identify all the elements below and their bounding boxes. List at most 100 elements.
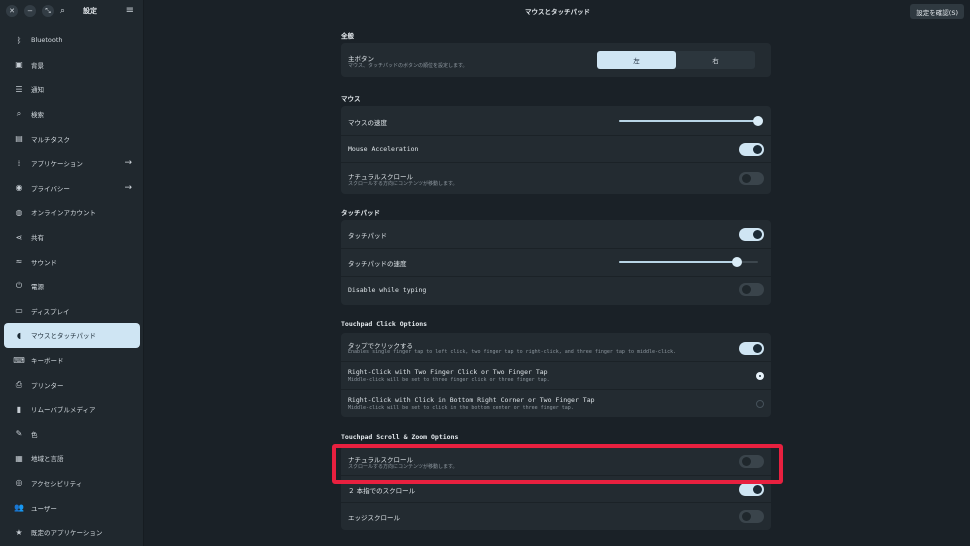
users-icon: 👥 (14, 503, 24, 513)
primary-button-selector[interactable]: 左 右 (597, 51, 755, 69)
confirm-settings-button[interactable]: 設定を確認(S) (910, 4, 964, 19)
section-title-general: 全般 (341, 32, 354, 40)
touchpad-enabled-toggle[interactable] (739, 228, 764, 241)
sidebar-item-printer[interactable]: ⎙ プリンター (4, 372, 140, 397)
edge-scroll-row: エッジスクロール (341, 503, 771, 530)
two-finger-click-radio[interactable] (756, 372, 764, 380)
sidebar-item-online-accounts[interactable]: ◍ オンラインアカウント (4, 200, 140, 225)
sidebar-item-color[interactable]: ✎ 色 (4, 422, 140, 447)
chevron-right-icon: → (124, 157, 132, 168)
sidebar-item-privacy[interactable]: ◉ プライバシー → (4, 176, 140, 201)
section-title-mouse: マウス (341, 95, 361, 103)
mouse-speed-handle[interactable] (753, 116, 763, 126)
mouse-icon: ◖ (16, 330, 22, 340)
touchpad-speed-fill (619, 261, 737, 263)
header-bar: マウスとタッチパッド 設定を確認(S) (145, 0, 970, 22)
sidebar-item-region[interactable]: ▦ 地域と言語 (4, 446, 140, 471)
sidebar-item-share[interactable]: ⋖ 共有 (4, 225, 140, 250)
close-window-icon[interactable]: ✕ (6, 5, 18, 17)
mouse-accel-row: Mouse Acceleration (341, 136, 771, 162)
sidebar-item-apps[interactable]: ⁞ アプリケーション → (4, 151, 140, 176)
click-options-card: タップでクリックする Enables single finger tap to … (341, 333, 771, 417)
tap-to-click-subtitle: Enables single finger tap to left click,… (348, 349, 677, 355)
minimize-window-icon[interactable]: − (24, 5, 36, 17)
general-card: 主ボタン マウス、タッチパッドのボタンの順位を設定します。 左 右 (341, 43, 771, 77)
sidebar-item-label: Bluetooth (31, 36, 63, 45)
restore-window-icon[interactable]: ⤡ (42, 5, 54, 17)
sidebar-item-label: オンラインアカウント (31, 209, 96, 218)
corner-click-radio[interactable] (756, 400, 764, 408)
sidebar-item-label: 電源 (31, 283, 44, 292)
corner-click-row[interactable]: Right-Click with Click in Bottom Right C… (341, 390, 771, 417)
primary-button-row: 主ボタン マウス、タッチパッドのボタンの順位を設定します。 左 右 (341, 43, 771, 77)
primary-button-subtitle: マウス、タッチパッドのボタンの順位を設定します。 (348, 63, 468, 69)
sidebar-item-sound[interactable]: ≈ サウンド (4, 249, 140, 274)
bluetooth-icon: ᛒ (16, 35, 22, 45)
chevron-right-icon: → (124, 182, 132, 193)
search-icon[interactable]: ⌕ (60, 6, 65, 16)
two-finger-click-row[interactable]: Right-Click with Two Finger Click or Two… (341, 362, 771, 389)
touchpad-enabled-label: タッチパッド (348, 232, 387, 240)
two-finger-click-subtitle: Middle-click will be set to three finger… (348, 377, 550, 383)
disable-while-typing-row: Disable while typing (341, 277, 771, 305)
sidebar-item-removable-media[interactable]: ▮ リムーバブルメディア (4, 397, 140, 422)
sidebar-item-default-apps[interactable]: ★ 既定のアプリケーション (4, 520, 140, 545)
mouse-speed-fill (619, 120, 758, 122)
left-option-button[interactable]: 左 (597, 51, 676, 69)
multitask-icon: ▤ (15, 134, 23, 144)
two-finger-scroll-label: ２ 本指でのスクロール (348, 487, 416, 495)
mouse-speed-row: マウスの速度 (341, 106, 771, 135)
mouse-accel-toggle[interactable] (739, 143, 764, 156)
sidebar-item-label: 背景 (31, 61, 44, 70)
power-icon: ⏻ (15, 281, 23, 291)
mouse-natural-scroll-toggle[interactable] (739, 172, 764, 185)
mouse-speed-label: マウスの速度 (348, 119, 387, 127)
sidebar-item-notification[interactable]: ☰ 通知 (4, 77, 140, 102)
sidebar-item-label: ユーザー (31, 504, 57, 513)
edge-scroll-toggle[interactable] (739, 510, 764, 523)
disable-while-typing-toggle[interactable] (739, 283, 764, 296)
sidebar-item-label: マルチタスク (31, 135, 70, 144)
highlight-box (332, 444, 783, 484)
keyboard-icon: ⌨ (13, 355, 25, 365)
touchpad-speed-row: タッチパッドの速度 (341, 249, 771, 276)
corner-click-label: Right-Click with Click in Bottom Right C… (348, 396, 595, 404)
touchpad-speed-label: タッチパッドの速度 (348, 260, 407, 268)
sidebar-item-power[interactable]: ⏻ 電源 (4, 274, 140, 299)
sidebar-item-label: プライバシー (31, 184, 70, 193)
notification-icon: ☰ (15, 84, 23, 94)
two-finger-scroll-toggle[interactable] (739, 483, 764, 496)
mouse-natural-scroll-row: ナチュラルスクロール スクロールする方向にコンテンツが移動します。 (341, 163, 771, 194)
sidebar-item-label: 共有 (31, 234, 44, 243)
sidebar-item-multitask[interactable]: ▤ マルチタスク (4, 126, 140, 151)
sidebar-item-label: ディスプレイ (31, 307, 70, 316)
sidebar-item-label: プリンター (31, 381, 64, 390)
sidebar-item-display[interactable]: ▭ ディスプレイ (4, 299, 140, 324)
sidebar-item-bluetooth[interactable]: ᛒ Bluetooth (4, 28, 140, 53)
right-option-button[interactable]: 右 (676, 51, 755, 69)
sidebar-item-background[interactable]: ▣ 背景 (4, 53, 140, 78)
sidebar-item-mouse[interactable]: ◖ マウスとタッチパッド (4, 323, 140, 348)
removable-media-icon: ▮ (16, 404, 22, 414)
sidebar-title: 設定 (83, 7, 98, 15)
search-icon: ⌕ (16, 109, 22, 119)
section-title-scroll-options: Touchpad Scroll & Zoom Options (341, 433, 459, 441)
disable-while-typing-label: Disable while typing (348, 286, 427, 294)
apps-icon: ⁞ (17, 158, 21, 168)
tap-to-click-toggle[interactable] (739, 342, 764, 355)
sidebar-item-accessibility[interactable]: ◎ アクセシビリティ (4, 471, 140, 496)
tap-to-click-row: タップでクリックする Enables single finger tap to … (341, 333, 771, 361)
sidebar-item-label: 既定のアプリケーション (31, 529, 103, 538)
hamburger-menu-icon[interactable]: ≡ (126, 5, 134, 16)
sidebar-item-keyboard[interactable]: ⌨ キーボード (4, 348, 140, 373)
sidebar-item-label: 検索 (31, 111, 44, 120)
sidebar-item-users[interactable]: 👥 ユーザー (4, 495, 140, 520)
sidebar-item-search[interactable]: ⌕ 検索 (4, 102, 140, 127)
share-icon: ⋖ (15, 232, 23, 242)
sidebar-item-label: サウンド (31, 258, 57, 267)
display-icon: ▭ (15, 306, 23, 316)
touchpad-enabled-row: タッチパッド (341, 220, 771, 248)
touchpad-speed-handle[interactable] (732, 257, 742, 267)
online-accounts-icon: ◍ (15, 207, 23, 217)
sidebar-item-label: アプリケーション (31, 160, 83, 169)
